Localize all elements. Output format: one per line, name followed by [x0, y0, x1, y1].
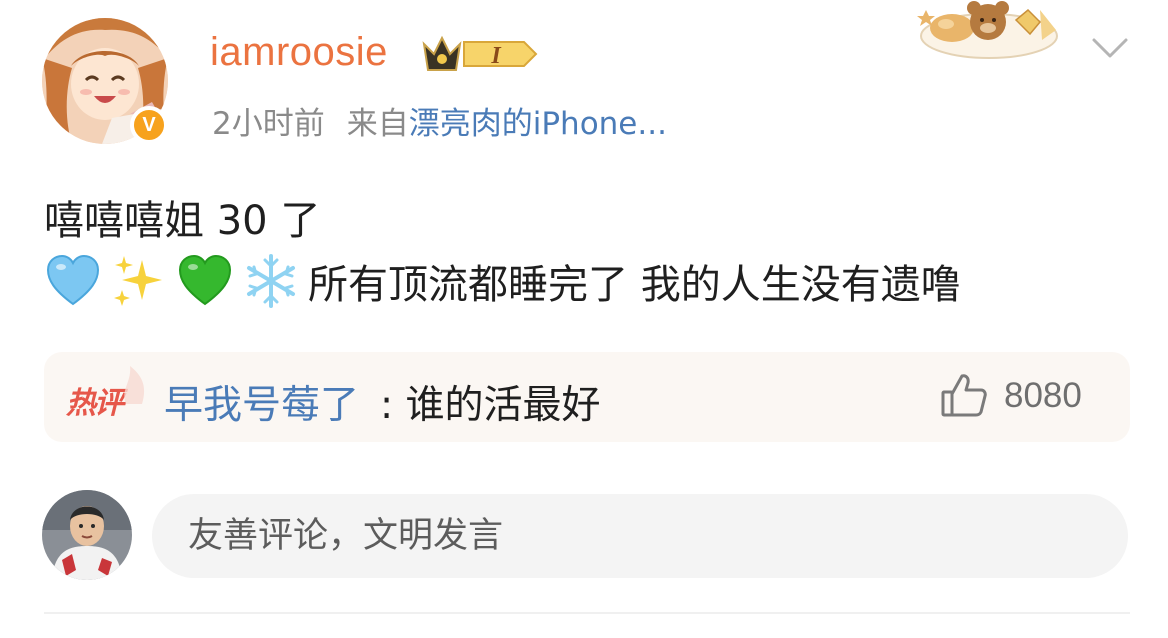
post-meta: 2小时前 来自漂亮肉的iPhone... [212, 98, 667, 143]
hot-comment[interactable]: 热评 早我号莓了 : 谁的活最好 8080 [44, 352, 1130, 442]
comment-input[interactable] [152, 494, 1128, 578]
sparkles-icon [114, 256, 162, 306]
current-user-avatar[interactable] [42, 490, 132, 580]
hot-tag-flame-icon [124, 366, 145, 404]
like-count: 8080 [1004, 376, 1082, 415]
author-username[interactable]: iamroosie [210, 30, 388, 75]
post-text-line-2-row: 所有顶流都睡完了 我的人生没有遗噜 [44, 252, 961, 310]
vip-level-text: I [490, 43, 502, 69]
decoration-sticker [917, 1, 1058, 59]
post-text-line-2: 所有顶流都睡完了 我的人生没有遗噜 [308, 262, 961, 308]
post-text-line-1: 嘻嘻嘻姐 30 了 [44, 198, 321, 244]
verified-badge-icon: V [130, 106, 168, 144]
post-time: 2小时前 [212, 106, 325, 142]
weibo-post-card: V iamroosie I 2小时前 来自漂亮肉的iPhone... 嘻嘻嘻姐 3… [0, 0, 1168, 638]
author-avatar[interactable]: V [42, 18, 168, 144]
source-prefix: 来自 [346, 106, 409, 142]
green-heart-icon [178, 254, 232, 306]
user-avatar-image [42, 490, 132, 580]
source-device-link[interactable]: 漂亮肉的iPhone... [409, 106, 667, 142]
snowflake-icon [247, 254, 295, 308]
blue-heart-icon [46, 254, 100, 306]
hot-comment-author[interactable]: 早我号莓了 [164, 374, 359, 430]
crown-vip-icon[interactable]: I [420, 32, 540, 76]
hot-comment-tag: 热评 [66, 386, 124, 421]
bottom-divider [44, 612, 1130, 614]
like-thumb-icon[interactable] [940, 372, 988, 418]
hot-comment-text: : 谁的活最好 [380, 383, 601, 428]
more-chevron-icon[interactable] [1090, 36, 1130, 60]
